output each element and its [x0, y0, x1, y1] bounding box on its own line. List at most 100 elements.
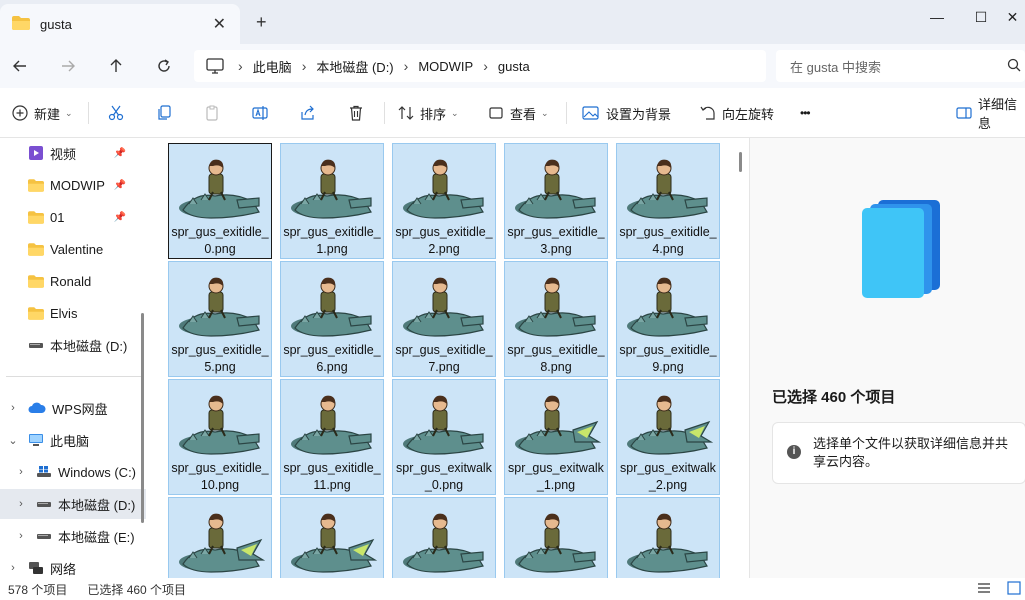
nav-item-videos[interactable]: 视频 📌	[0, 138, 146, 168]
breadcrumb-gusta[interactable]: gusta	[498, 59, 530, 74]
file-tile[interactable]: spr_gus_exitidle_5.png	[168, 261, 272, 377]
nav-item-drive-c[interactable]: › Windows (C:)	[0, 457, 146, 487]
nav-item-drive-d-quick[interactable]: 本地磁盘 (D:)	[0, 330, 146, 360]
breadcrumb-drive-d[interactable]: 本地磁盘 (D:)	[316, 57, 393, 76]
file-tile[interactable]	[616, 497, 720, 578]
tiles-view-icon[interactable]	[1007, 581, 1021, 598]
rotate-left-label: 向左旋转	[722, 106, 775, 122]
back-button[interactable]	[8, 54, 32, 78]
share-button[interactable]	[300, 102, 322, 124]
nav-item-wps-cloud[interactable]: › WPS网盘	[0, 393, 146, 423]
file-name: spr_gus_exitidle_5.png	[171, 343, 269, 374]
paste-button[interactable]	[204, 102, 226, 124]
nav-item-valentine[interactable]: Valentine	[0, 234, 146, 264]
file-name: spr_gus_exitidle_2.png	[395, 225, 493, 256]
new-button[interactable]: 新建 ⌄	[12, 102, 73, 124]
nav-item-ronald[interactable]: Ronald	[0, 266, 146, 296]
drive-icon	[36, 531, 52, 541]
file-tile[interactable]: spr_gus_exitwalk_2.png	[616, 379, 720, 495]
cloud-icon	[28, 402, 46, 414]
cut-button[interactable]	[108, 102, 130, 124]
delete-button[interactable]	[348, 102, 370, 124]
file-tile[interactable]: spr_gus_exitwalk_0.png	[392, 379, 496, 495]
nav-item-drive-e[interactable]: › 本地磁盘 (E:)	[0, 521, 146, 551]
chevron-right-icon[interactable]: ›	[12, 530, 30, 542]
file-tile[interactable]: spr_gus_exitidle_11.png	[280, 379, 384, 495]
file-tile[interactable]: spr_gus_exitidle_6.png	[280, 261, 384, 377]
rename-button[interactable]	[252, 102, 274, 124]
rotate-left-button[interactable]: 向左旋转	[700, 102, 774, 124]
up-button[interactable]	[104, 54, 128, 78]
search-input[interactable]: 在 gusta 中搜索	[776, 50, 1025, 82]
copy-icon	[156, 105, 172, 121]
nav-item-01[interactable]: 01 📌	[0, 202, 146, 232]
view-button[interactable]: 查看 ⌄	[488, 102, 549, 124]
nav-label: 01	[50, 209, 65, 225]
nav-item-network[interactable]: › 网络	[0, 553, 146, 578]
set-background-button[interactable]: 设置为背景	[582, 102, 671, 124]
image-thumbnail	[511, 502, 601, 578]
address-bar[interactable]: › 此电脑 › 本地磁盘 (D:) › MODWIP › gusta	[194, 50, 766, 82]
file-tile[interactable]: spr_gus_exitidle_10.png	[168, 379, 272, 495]
forward-button[interactable]	[56, 54, 80, 78]
file-tile[interactable]: spr_gus_exitidle_1.png	[280, 143, 384, 259]
file-tile[interactable]	[392, 497, 496, 578]
chevron-right-icon[interactable]: ›	[4, 402, 22, 414]
chevron-down-icon: ⌄	[541, 107, 549, 118]
file-tile[interactable]: spr_gus_exitidle_0.png	[168, 143, 272, 259]
content-scrollbar[interactable]	[739, 152, 742, 172]
more-options-button[interactable]: •••	[800, 102, 811, 124]
arrow-up-icon	[110, 59, 122, 72]
copy-button[interactable]	[156, 102, 178, 124]
file-name: spr_gus_exitwalk_0.png	[396, 461, 492, 492]
file-tile[interactable]: spr_gus_exitidle_8.png	[504, 261, 608, 377]
file-tile[interactable]: spr_gus_exitidle_9.png	[616, 261, 720, 377]
breadcrumb-this-pc[interactable]: 此电脑	[253, 57, 292, 76]
drive-icon	[28, 340, 44, 350]
info-text: 选择单个文件以获取详细信息并共享云内容。	[813, 436, 1009, 469]
image-thumbnail	[511, 384, 602, 460]
close-window-button[interactable]: ✕	[1000, 6, 1025, 28]
file-tile[interactable]	[504, 497, 608, 578]
file-name: spr_gus_exitidle_3.png	[507, 225, 605, 256]
minimize-button[interactable]: —	[922, 6, 952, 28]
file-tile[interactable]: spr_gus_exitidle_4.png	[616, 143, 720, 259]
new-label: 新建	[34, 106, 61, 122]
chevron-right-icon[interactable]: ›	[4, 562, 22, 574]
chevron-right-icon[interactable]: ›	[12, 498, 30, 510]
nav-scrollbar[interactable]	[141, 313, 144, 523]
tab-gusta[interactable]: gusta ✕	[0, 4, 240, 44]
nav-item-this-pc[interactable]: ⌄ 此电脑	[0, 425, 146, 455]
plus-circle-icon	[12, 105, 28, 121]
details-view-icon[interactable]	[977, 581, 991, 598]
maximize-button[interactable]: ☐	[966, 6, 996, 28]
chevron-right-icon[interactable]: ›	[12, 466, 30, 478]
item-count: 578 个项目	[8, 582, 68, 597]
image-thumbnail	[399, 266, 489, 342]
folder-icon	[28, 210, 44, 224]
file-tile[interactable]: spr_gus_exitidle_7.png	[392, 261, 496, 377]
file-tile[interactable]	[168, 497, 272, 578]
refresh-button[interactable]	[152, 54, 176, 78]
new-tab-button[interactable]: +	[256, 12, 267, 33]
sort-button[interactable]: 排序 ⌄	[398, 102, 459, 124]
image-thumbnail	[511, 266, 601, 342]
selection-title: 已选择 460 个项目	[772, 389, 896, 406]
nav-item-elvis[interactable]: Elvis	[0, 298, 146, 328]
pin-icon: 📌	[113, 147, 126, 159]
file-tile[interactable]: spr_gus_exitidle_2.png	[392, 143, 496, 259]
chevron-down-icon[interactable]: ⌄	[4, 434, 22, 447]
nav-item-drive-d[interactable]: › 本地磁盘 (D:)	[0, 489, 146, 519]
folder-icon	[28, 178, 44, 192]
details-pane-button[interactable]: 详细信息	[956, 97, 1025, 131]
set-background-label: 设置为背景	[606, 106, 672, 122]
file-tile[interactable]: spr_gus_exitwalk_1.png	[504, 379, 608, 495]
image-thumbnail	[287, 384, 377, 460]
image-thumbnail	[623, 502, 713, 578]
image-icon	[582, 105, 600, 121]
tab-close-icon[interactable]: ✕	[213, 14, 226, 34]
breadcrumb-modwip[interactable]: MODWIP	[418, 59, 473, 74]
nav-item-modwip[interactable]: MODWIP 📌	[0, 170, 146, 200]
file-tile[interactable]	[280, 497, 384, 578]
file-tile[interactable]: spr_gus_exitidle_3.png	[504, 143, 608, 259]
